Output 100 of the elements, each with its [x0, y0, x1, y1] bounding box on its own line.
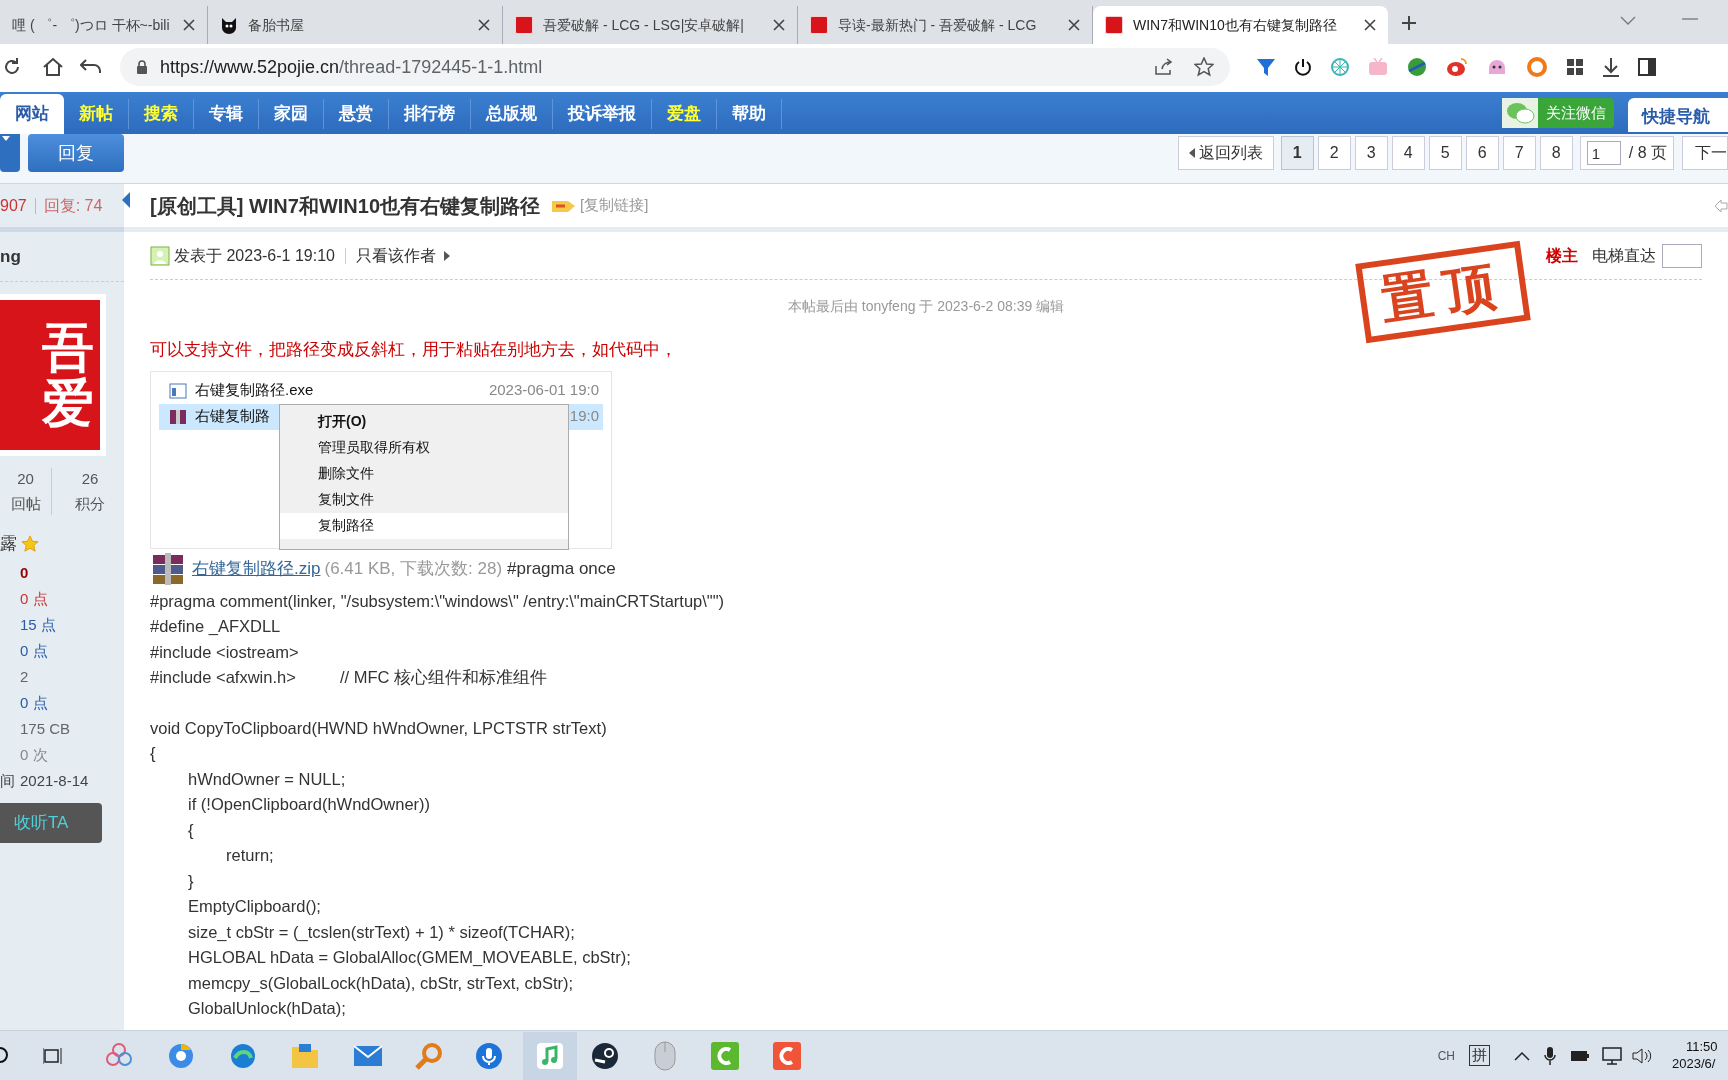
task-view-icon[interactable]	[43, 1045, 63, 1066]
code-line: #pragma once	[507, 557, 616, 580]
seal-favicon-icon	[1105, 16, 1123, 34]
undo-icon[interactable]	[80, 59, 102, 75]
address-field[interactable]: https://www.52pojie.cn/thread-1792445-1-1.html	[120, 48, 1230, 86]
globe-icon[interactable]	[1406, 56, 1428, 78]
code-line: #include <afxwin.h> // MFC 核心组件和标准组件	[150, 667, 548, 688]
profile-value: 175 CB	[20, 719, 71, 740]
eye-logo-icon[interactable]	[1446, 57, 1468, 77]
nav-item[interactable]: 专辑	[194, 99, 259, 129]
close-icon[interactable]	[183, 19, 195, 31]
nav-item[interactable]: 悬赏	[324, 99, 389, 129]
nav-item[interactable]: 家园	[259, 99, 324, 129]
page-button[interactable]: 1	[1280, 136, 1314, 170]
lock-icon	[136, 59, 148, 75]
page-button[interactable]: 4	[1391, 136, 1425, 170]
grid-icon[interactable]	[1566, 58, 1584, 76]
attachment-info: (6.41 KB, 下载次数: 28)	[324, 557, 503, 580]
nav-item[interactable]: 帮助	[717, 99, 782, 129]
share-icon[interactable]	[1154, 58, 1174, 76]
wave-browser-icon[interactable]	[229, 1041, 257, 1070]
nav-item[interactable]: 排行榜	[389, 99, 471, 129]
stat-label: 回帖	[10, 493, 41, 514]
file-row[interactable]: 右键复制路径.exe 2023-06-01 19:0	[159, 377, 603, 404]
next-page-button[interactable]: 下一	[1682, 136, 1728, 170]
side-panel-icon[interactable]	[1638, 58, 1656, 76]
browser-icon[interactable]	[167, 1041, 195, 1070]
code-line: EmptyClipboard();	[187, 896, 321, 917]
page-button[interactable]: 3	[1354, 136, 1388, 170]
menu-item[interactable]: 复制路径	[280, 512, 568, 539]
file-date: 19:0	[569, 406, 599, 427]
speaker-icon[interactable]	[1632, 1046, 1652, 1065]
menu-item[interactable]: 打开(O)	[280, 408, 568, 435]
code-line: memcpy_s(GlobalLock(hData), cbStr, strText, cbStr);	[187, 972, 574, 994]
folder-icon[interactable]	[291, 1042, 319, 1069]
close-icon[interactable]	[773, 19, 785, 31]
reply-count: 回复: 74	[43, 195, 103, 216]
funnel-icon[interactable]	[1256, 57, 1276, 77]
profile-label: 间	[0, 771, 16, 792]
jump-label: 电梯直达	[1592, 245, 1656, 266]
code-line: #pragma comment(linker, "/subsystem:\"windows\" /entry:\"mainCRTStartup\"")	[150, 590, 725, 612]
quick-nav-button[interactable]: 快捷导航	[1628, 98, 1728, 132]
code-line: if (!OpenClipboard(hWndOwner))	[187, 794, 431, 815]
home-icon[interactable]	[42, 57, 64, 77]
search-icon[interactable]	[0, 1045, 10, 1066]
nav-item[interactable]: 投诉举报	[553, 99, 652, 129]
steam-icon[interactable]	[591, 1041, 619, 1070]
page-button[interactable]: 6	[1465, 136, 1499, 170]
input-language[interactable]: CH	[1437, 1046, 1455, 1065]
profile-value: 0 点	[20, 693, 48, 714]
star-icon[interactable]	[1194, 57, 1214, 77]
menu-item[interactable]: 复制文件	[280, 486, 568, 513]
menu-item[interactable]: 删除文件	[280, 460, 568, 487]
chevron-up-icon[interactable]	[1514, 1050, 1530, 1061]
menu-item[interactable]: 管理员取得所有权	[280, 434, 568, 461]
edit-note: 本帖最后由 tonyfeng 于 2023-6-2 08:39 编辑	[786, 297, 1066, 316]
page-button[interactable]: 7	[1502, 136, 1536, 170]
nav-item[interactable]: 搜索	[129, 99, 194, 129]
nav-item[interactable]: 新帖	[64, 99, 129, 129]
attachment-link[interactable]: 右键复制路径.zip	[192, 555, 321, 582]
nav-item[interactable]: 网站	[0, 94, 64, 134]
user-icon	[150, 245, 170, 266]
app-icon[interactable]	[773, 1041, 801, 1070]
power-icon[interactable]	[1294, 58, 1312, 76]
page-button[interactable]: 5	[1428, 136, 1462, 170]
view-count: 907	[0, 195, 27, 216]
page-button[interactable]: 2	[1317, 136, 1351, 170]
nav-item[interactable]: 爱盘	[652, 99, 717, 129]
code-line: HGLOBAL hData = GlobalAlloc(GMEM_MOVEABLE, cbStr);	[187, 947, 631, 968]
dropdown-button[interactable]	[0, 134, 20, 172]
browser-tab[interactable]: WIN7和WIN10也有右键复制路径	[1093, 6, 1388, 44]
caret-right-icon	[444, 250, 450, 261]
floor-label: 楼主	[1546, 245, 1578, 266]
download-icon[interactable]	[1602, 57, 1620, 77]
clock-time[interactable]: 11:50	[1672, 1039, 1718, 1056]
network-icon[interactable]	[1602, 1046, 1622, 1065]
reload-icon[interactable]	[2, 57, 22, 77]
back-to-list-button[interactable]: 返回列表	[1177, 136, 1274, 170]
chevron-down-icon[interactable]	[1620, 16, 1636, 26]
music-app-icon[interactable]	[523, 1031, 577, 1080]
nav-item[interactable]: 总版规	[471, 99, 553, 129]
microphone-icon[interactable]	[1544, 1045, 1556, 1066]
close-icon[interactable]	[1364, 19, 1376, 31]
reply-button[interactable]: 回复	[28, 134, 124, 172]
floor-input[interactable]	[1662, 243, 1702, 268]
author-name[interactable]: ng	[0, 232, 124, 282]
close-icon[interactable]	[1068, 19, 1080, 31]
mail-icon[interactable]	[353, 1043, 383, 1068]
battery-icon[interactable]	[1570, 1049, 1590, 1062]
clock-date[interactable]: 2023/6/	[1672, 1055, 1716, 1072]
close-icon[interactable]	[478, 19, 490, 31]
page-button[interactable]: 8	[1539, 136, 1573, 170]
profile-value: 0	[20, 563, 29, 584]
page-input[interactable]: 1	[1586, 141, 1621, 165]
profile-value: 0 次	[20, 745, 48, 766]
new-tab-icon[interactable]	[1400, 14, 1418, 32]
author-only-link[interactable]: 只看该作者	[356, 243, 436, 268]
follow-button[interactable]: 收听TA	[0, 802, 102, 843]
caret-icon	[2, 136, 10, 141]
input-mode[interactable]: 拼	[1469, 1045, 1490, 1066]
